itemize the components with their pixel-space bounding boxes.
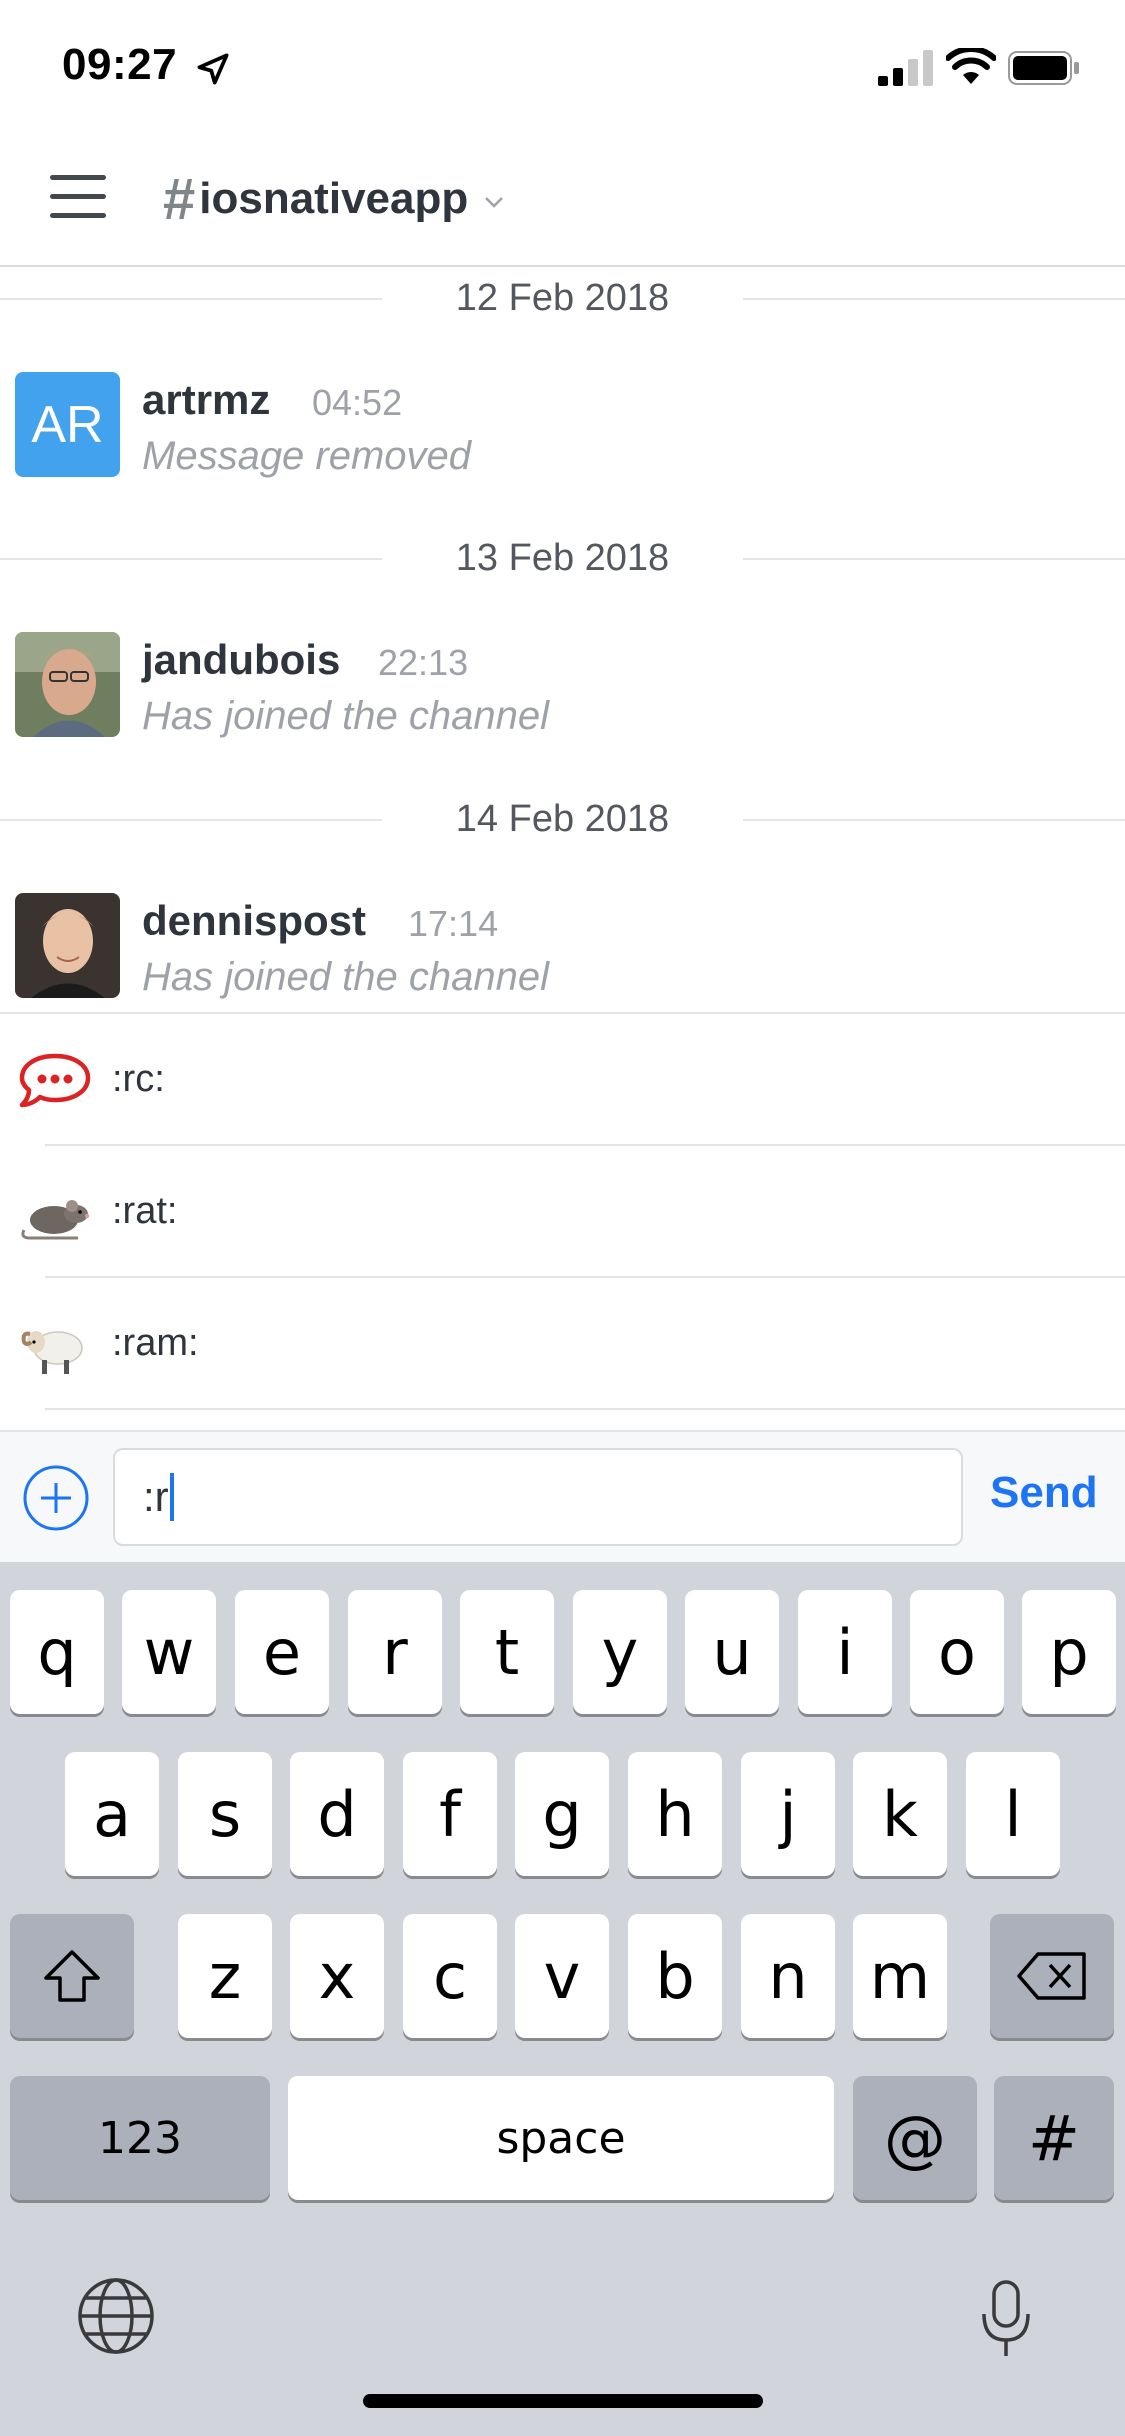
key-k[interactable]: k [853, 1752, 947, 1876]
message-item[interactable]: AR artrmz 04:52 Message removed [0, 372, 1125, 482]
chevron-down-icon [485, 197, 504, 208]
key-w[interactable]: w [122, 1590, 216, 1714]
ram-emoji [21, 1331, 83, 1374]
key-z[interactable]: z [178, 1914, 272, 2038]
shift-key[interactable] [10, 1914, 134, 2038]
key-q[interactable]: q [10, 1590, 104, 1714]
avatar[interactable] [15, 893, 120, 998]
message-time: 17:14 [408, 903, 499, 944]
message-time: 22:13 [378, 642, 469, 683]
home-indicator[interactable] [363, 2394, 763, 2408]
date-label: 12 Feb 2018 [455, 277, 670, 319]
emoji-suggestions: :rc: :rat: :ram: [0, 1012, 1125, 1434]
location-arrow-icon [197, 53, 229, 85]
hamburger-menu-icon[interactable] [50, 175, 112, 225]
message-username[interactable]: dennispost [142, 897, 366, 945]
key-b[interactable]: b [628, 1914, 722, 2038]
space-key[interactable]: space [288, 2076, 834, 2200]
key-d[interactable]: d [290, 1752, 384, 1876]
message-username[interactable]: jandubois [142, 636, 340, 684]
emoji-code: :ram: [112, 1322, 199, 1364]
message-item[interactable]: dennispost 17:14 Has joined the channel [0, 893, 1125, 1003]
key-m[interactable]: m [853, 1914, 947, 2038]
key-r[interactable]: r [348, 1590, 442, 1714]
status-bar: 09:27 [0, 0, 1125, 135]
key-t[interactable]: t [460, 1590, 554, 1714]
microphone-icon[interactable] [980, 2280, 1032, 2360]
battery-icon [1008, 51, 1079, 85]
key-n[interactable]: n [741, 1914, 835, 2038]
key-j[interactable]: j [741, 1752, 835, 1876]
message-item[interactable]: jandubois 22:13 Has joined the channel [0, 632, 1125, 742]
date-separator: 12 Feb 2018 [0, 273, 1125, 323]
backspace-key[interactable] [990, 1914, 1114, 2038]
emoji-suggestion-rc[interactable]: :rc: [0, 1014, 1125, 1146]
emoji-suggestion-rat[interactable]: :rat: [0, 1146, 1125, 1278]
date-label: 13 Feb 2018 [455, 537, 670, 579]
add-attachment-icon[interactable] [22, 1464, 90, 1532]
signal-icon [878, 50, 933, 86]
avatar[interactable] [15, 632, 120, 737]
keyboard: q w e r t y u i o p a s d f g h j k l z … [0, 1562, 1125, 2436]
hash-key[interactable]: # [994, 2076, 1114, 2200]
message-body: Has joined the channel [142, 694, 549, 738]
channel-title[interactable]: # iosnativeapp [163, 163, 506, 235]
key-f[interactable]: f [403, 1752, 497, 1876]
text-cursor [169, 1472, 174, 1521]
message-body: Message removed [142, 434, 472, 478]
emoji-code: :rat: [112, 1190, 178, 1232]
key-a[interactable]: a [65, 1752, 159, 1876]
avatar[interactable]: AR [15, 372, 120, 477]
backspace-icon [1017, 1952, 1086, 2000]
key-s[interactable]: s [178, 1752, 272, 1876]
key-i[interactable]: i [798, 1590, 892, 1714]
key-v[interactable]: v [515, 1914, 609, 2038]
emoji-suggestion-ram[interactable]: :ram: [0, 1278, 1125, 1410]
date-label: 14 Feb 2018 [455, 798, 670, 840]
key-h[interactable]: h [628, 1752, 722, 1876]
channel-header: # iosnativeapp [0, 135, 1125, 267]
status-time: 09:27 [62, 40, 178, 89]
key-x[interactable]: x [290, 1914, 384, 2038]
message-list[interactable]: 12 Feb 2018 AR artrmz 04:52 Message remo… [0, 267, 1125, 1012]
message-composer: :r Send [0, 1430, 1125, 1564]
at-key[interactable]: @ [853, 2076, 977, 2200]
numbers-key[interactable]: 123 [10, 2076, 270, 2200]
key-l[interactable]: l [966, 1752, 1060, 1876]
wifi-icon [946, 48, 996, 84]
rocketchat-icon [19, 1053, 91, 1108]
key-c[interactable]: c [403, 1914, 497, 2038]
message-body: Has joined the channel [142, 955, 549, 999]
shift-icon [44, 1950, 100, 2002]
send-button[interactable]: Send [990, 1468, 1098, 1518]
emoji-code: :rc: [112, 1058, 165, 1100]
rat-emoji [21, 1200, 90, 1240]
date-separator: 13 Feb 2018 [0, 533, 1125, 583]
globe-icon[interactable] [76, 2276, 156, 2356]
key-u[interactable]: u [685, 1590, 779, 1714]
message-time: 04:52 [312, 382, 403, 423]
key-e[interactable]: e [235, 1590, 329, 1714]
channel-name: iosnativeapp [199, 174, 469, 223]
key-o[interactable]: o [910, 1590, 1004, 1714]
key-p[interactable]: p [1022, 1590, 1116, 1714]
key-y[interactable]: y [573, 1590, 667, 1714]
message-input-value: :r [143, 1473, 169, 1520]
hashtag-icon: # [163, 166, 196, 232]
key-g[interactable]: g [515, 1752, 609, 1876]
date-separator: 14 Feb 2018 [0, 794, 1125, 844]
message-username[interactable]: artrmz [142, 376, 270, 424]
message-input[interactable]: :r [113, 1448, 963, 1546]
